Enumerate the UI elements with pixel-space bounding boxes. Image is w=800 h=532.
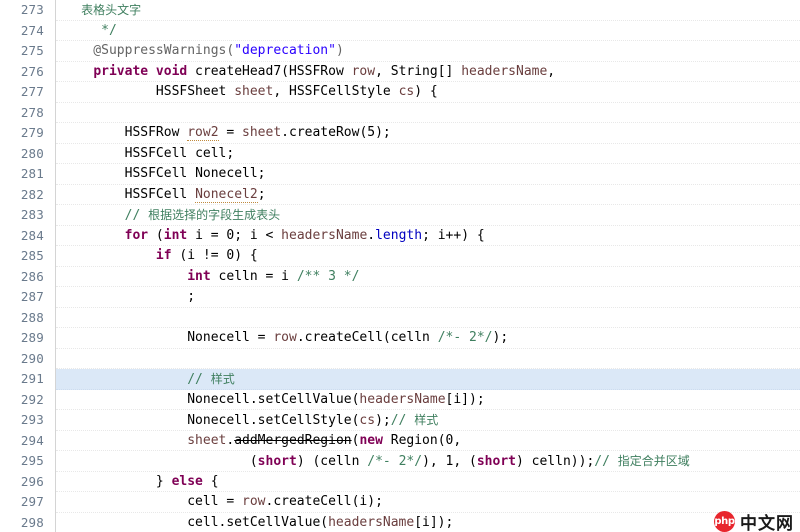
code-line[interactable]: 表格头文字 [56, 0, 800, 21]
code-line[interactable]: HSSFCell Nonecel2; [56, 185, 800, 205]
code-line[interactable]: HSSFRow row2 = sheet.createRow(5); [56, 123, 800, 144]
code-line[interactable]: */ [56, 21, 800, 41]
code-line[interactable]: HSSFCell cell; [56, 144, 800, 164]
inline-comment-cn: 样式 [210, 372, 235, 386]
block-comment: /*- 2*/ [437, 330, 493, 345]
code-text-area[interactable]: 表格头文字 */ @SuppressWarnings("deprecation"… [56, 0, 800, 532]
code-line[interactable]: Nonecell.setCellStyle(cs);// 样式 [56, 410, 800, 431]
line-number: 277 [20, 84, 44, 99]
code-line[interactable]: ; [56, 287, 800, 308]
code-line[interactable]: } else { [56, 472, 800, 492]
line-number: 276 [20, 63, 44, 79]
line-number: 289 [20, 330, 44, 345]
line-number: 280 [20, 145, 44, 161]
code-line[interactable]: @SuppressWarnings("deprecation") [56, 41, 800, 62]
inline-comment-cn: 根据选择的字段生成表头 [148, 208, 281, 222]
code-line[interactable] [56, 103, 800, 123]
line-number: 292 [20, 391, 44, 407]
code-line[interactable]: cell.setCellValue(headersName[i]); [56, 513, 800, 532]
code-line[interactable]: if (i != 0) { [56, 246, 800, 267]
unused-local-variable: Nonecel2 [195, 186, 258, 203]
code-line[interactable]: int celln = i /** 3 */ [56, 267, 800, 287]
line-number: 284 [20, 227, 44, 243]
inline-comment-cn: 样式 [414, 413, 439, 427]
code-line[interactable] [56, 308, 800, 328]
code-line[interactable]: HSSFSheet sheet, HSSFCellStyle cs) { [56, 82, 800, 103]
keyword: private void [93, 63, 188, 79]
line-number: 294 [20, 432, 44, 448]
line-number: 273 [20, 2, 44, 17]
annotation: @SuppressWarnings( [62, 43, 235, 58]
line-number: 293 [20, 412, 44, 427]
javadoc-close: */ [62, 22, 117, 38]
line-number: 290 [20, 350, 44, 366]
line-number: 275 [20, 43, 44, 58]
code-line[interactable] [56, 349, 800, 369]
code-line[interactable]: Nonecell.setCellValue(headersName[i]); [56, 390, 800, 410]
line-number: 286 [20, 268, 44, 284]
code-line[interactable]: sheet.addMergedRegion(new Region(0, [56, 431, 800, 451]
unused-local-variable: row2 [187, 125, 219, 141]
line-number: 296 [20, 473, 44, 489]
code-line[interactable]: private void createHead7(HSSFRow row, St… [56, 62, 800, 82]
code-line[interactable]: (short) (celln /*- 2*/), 1, (short) cell… [56, 451, 800, 472]
deprecated-method: addMergedRegion [234, 432, 352, 448]
code-line[interactable]: Nonecell = row.createCell(celln /*- 2*/)… [56, 328, 800, 349]
line-number: 295 [20, 453, 44, 468]
block-comment: /*- 2*/ [367, 454, 423, 469]
javadoc-text: 表格头文字 [62, 3, 142, 17]
code-line[interactable]: cell = row.createCell(i); [56, 492, 800, 513]
line-number: 291 [20, 371, 44, 386]
line-number: 282 [20, 186, 44, 202]
line-number: 288 [20, 309, 44, 325]
line-number: 283 [20, 207, 44, 222]
inline-comment-cn: 指定合并区域 [617, 454, 690, 468]
code-editor[interactable]: 273 274 275 276 277 278 279 280 281 282 … [0, 0, 800, 532]
line-number: 297 [20, 494, 44, 509]
line-number: 278 [20, 104, 44, 120]
line-number: 285 [20, 248, 44, 263]
line-number: 287 [20, 289, 44, 304]
code-line-current[interactable]: // 样式 [56, 369, 800, 390]
string-literal: "deprecation" [234, 43, 336, 58]
line-number: 281 [20, 166, 44, 181]
line-number: 298 [20, 514, 44, 530]
block-comment: /** 3 */ [296, 268, 360, 284]
code-line[interactable]: for (int i = 0; i < headersName.length; … [56, 226, 800, 246]
annotation-close: ) [335, 43, 344, 58]
line-number-gutter[interactable]: 273 274 275 276 277 278 279 280 281 282 … [0, 0, 56, 532]
code-line[interactable]: HSSFCell Nonecell; [56, 164, 800, 185]
code-line[interactable]: // 根据选择的字段生成表头 [56, 205, 800, 226]
line-number: 274 [20, 22, 44, 38]
line-number: 279 [20, 125, 44, 140]
